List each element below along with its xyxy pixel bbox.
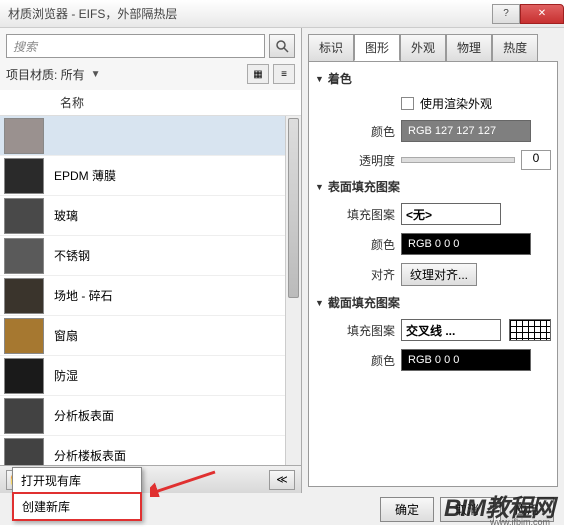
material-thumbnail — [4, 438, 44, 466]
list-item[interactable]: 分析楼板表面 — [0, 436, 301, 465]
scrollbar-thumb[interactable] — [288, 118, 299, 298]
tab-identity[interactable]: 标识 — [308, 34, 354, 61]
list-item[interactable]: 场地 - 碎石 — [0, 276, 301, 316]
material-thumbnail — [4, 118, 44, 154]
list-item[interactable] — [0, 116, 301, 156]
material-name: 不锈钢 — [54, 247, 90, 264]
material-name: EPDM 薄膜 — [54, 167, 116, 184]
material-thumbnail — [4, 198, 44, 234]
list-item[interactable]: 玻璃 — [0, 196, 301, 236]
material-thumbnail — [4, 358, 44, 394]
view-grid-icon[interactable]: ▦ — [247, 64, 269, 84]
section-shading[interactable]: ▼着色 — [313, 66, 553, 91]
use-render-checkbox[interactable] — [401, 97, 414, 110]
view-list-icon[interactable]: ≡ — [273, 64, 295, 84]
cut-pattern-preview — [509, 319, 551, 341]
surface-color-label: 颜色 — [315, 236, 395, 253]
texture-align-button[interactable]: 纹理对齐... — [401, 263, 477, 286]
left-panel: 搜索 项目材质: 所有 ▼ ▦ ≡ 名称 EPDM 薄膜玻璃不锈钢场地 - 碎石… — [0, 28, 302, 493]
tabs: 标识 图形 外观 物理 热度 — [302, 28, 564, 61]
section-surface[interactable]: ▼表面填充图案 — [313, 174, 553, 199]
surface-color-swatch[interactable]: RGB 0 0 0 — [401, 233, 531, 255]
expand-button[interactable]: ≪ — [269, 470, 295, 490]
cut-pattern-value[interactable]: 交叉线 ... — [401, 319, 501, 341]
surface-pattern-label: 填充图案 — [315, 206, 395, 223]
list-item[interactable]: 不锈钢 — [0, 236, 301, 276]
material-name: 玻璃 — [54, 207, 78, 224]
material-name: 防湿 — [54, 367, 78, 384]
material-thumbnail — [4, 278, 44, 314]
material-name: 场地 - 碎石 — [54, 287, 113, 304]
list-header-name[interactable]: 名称 — [0, 90, 301, 116]
transparency-slider[interactable] — [401, 157, 515, 163]
list-item[interactable]: 防湿 — [0, 356, 301, 396]
apply-button[interactable]: 应用 — [500, 497, 554, 522]
tab-graphics[interactable]: 图形 — [354, 34, 400, 61]
material-list: EPDM 薄膜玻璃不锈钢场地 - 碎石窗扇防湿分析板表面分析楼板表面 — [0, 116, 301, 465]
library-popup-menu: 打开现有库 创建新库 — [12, 467, 142, 521]
list-item[interactable]: EPDM 薄膜 — [0, 156, 301, 196]
properties-panel: ▼着色 使用渲染外观 颜色 RGB 127 127 127 透明度 0 ▼表面填充图… — [308, 61, 558, 487]
cut-color-swatch[interactable]: RGB 0 0 0 — [401, 349, 531, 371]
cancel-button[interactable]: 取消 — [440, 497, 494, 522]
material-thumbnail — [4, 318, 44, 354]
tab-thermal[interactable]: 热度 — [492, 34, 538, 61]
scrollbar[interactable] — [285, 116, 301, 465]
window-titlebar: 材质浏览器 - EIFS，外部隔热层 ? ✕ — [0, 0, 564, 28]
material-name: 分析板表面 — [54, 407, 114, 424]
material-thumbnail — [4, 158, 44, 194]
list-item[interactable]: 分析板表面 — [0, 396, 301, 436]
close-button[interactable]: ✕ — [520, 4, 564, 24]
surface-pattern-value[interactable]: <无> — [401, 203, 501, 225]
right-panel: 标识 图形 外观 物理 热度 ▼着色 使用渲染外观 颜色 RGB 127 127 … — [302, 28, 564, 493]
transparency-label: 透明度 — [315, 152, 395, 169]
ok-button[interactable]: 确定 — [380, 497, 434, 522]
surface-align-label: 对齐 — [315, 266, 395, 283]
list-item[interactable]: 窗扇 — [0, 316, 301, 356]
help-button[interactable]: ? — [492, 4, 520, 24]
create-new-library[interactable]: 创建新库 — [12, 492, 142, 521]
tab-physical[interactable]: 物理 — [446, 34, 492, 61]
cut-pattern-label: 填充图案 — [315, 322, 395, 339]
use-render-label: 使用渲染外观 — [420, 95, 492, 112]
tab-appearance[interactable]: 外观 — [400, 34, 446, 61]
open-existing-library[interactable]: 打开现有库 — [13, 468, 141, 493]
shading-color-swatch[interactable]: RGB 127 127 127 — [401, 120, 531, 142]
filter-dropdown-icon[interactable]: ▼ — [91, 69, 101, 80]
material-thumbnail — [4, 238, 44, 274]
search-button[interactable] — [269, 34, 295, 58]
shading-color-label: 颜色 — [315, 123, 395, 140]
search-input[interactable]: 搜索 — [6, 34, 265, 58]
material-thumbnail — [4, 398, 44, 434]
material-name: 分析楼板表面 — [54, 447, 126, 464]
window-title: 材质浏览器 - EIFS，外部隔热层 — [8, 5, 177, 22]
section-cut[interactable]: ▼截面填充图案 — [313, 290, 553, 315]
cut-color-label: 颜色 — [315, 352, 395, 369]
material-name: 窗扇 — [54, 327, 78, 344]
transparency-input[interactable]: 0 — [521, 150, 551, 170]
filter-label[interactable]: 项目材质: 所有 — [6, 66, 85, 83]
